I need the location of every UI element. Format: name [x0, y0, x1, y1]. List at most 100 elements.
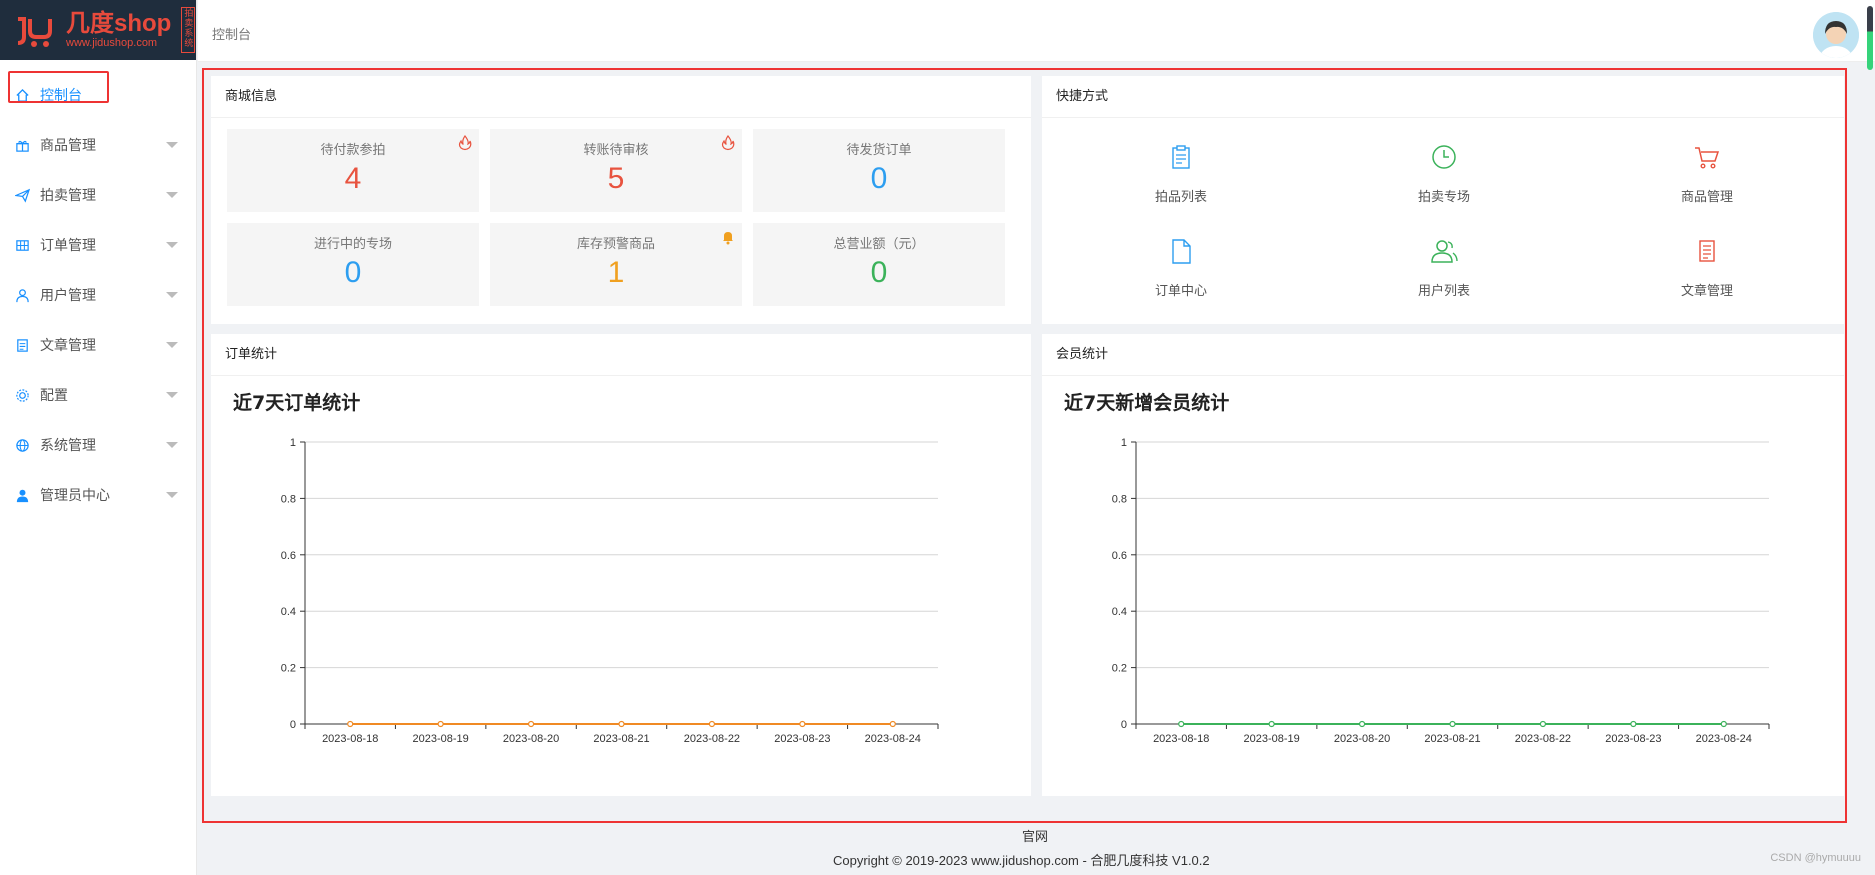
sidebar-item-label: 系统管理 — [40, 438, 96, 454]
logo-mark: 几度shop www.jidushop.com 拍卖系统 — [14, 7, 196, 53]
data-point — [1268, 720, 1275, 728]
grid-icon — [14, 237, 30, 253]
sidebar-item-0[interactable]: 控制台 — [0, 70, 196, 120]
data-point — [799, 720, 806, 728]
chevron-down-icon — [166, 192, 178, 198]
fire-icon — [457, 135, 473, 151]
panel-title: 快捷方式 — [1042, 76, 1844, 118]
y-tick-label: 1 — [1121, 437, 1127, 449]
stat-value: 5 — [607, 162, 625, 195]
panel-title: 订单统计 — [211, 334, 1031, 376]
data-point — [1358, 720, 1366, 728]
y-tick-label: 0.6 — [281, 550, 296, 562]
logo-brand: 几度shop — [66, 9, 172, 37]
sidebar-item-2[interactable]: 拍卖管理 — [0, 170, 196, 220]
order-stats-panel: 订单统计 近7天订单统计 0 0.2 0.4 0.6 0.8 1 2023-08-18 202… — [211, 334, 1031, 796]
logo[interactable]: 几度shop www.jidushop.com 拍卖系统 — [0, 0, 196, 60]
y-tick-label: 0.2 — [281, 663, 296, 675]
chart-title: 近7天订单统计 — [233, 392, 361, 414]
stat-card[interactable]: 待付款参拍 4 — [227, 129, 479, 212]
file-icon — [1166, 239, 1196, 270]
sidebar-menu: 控制台 商品管理 拍卖管理订单管理用户管理文章管理 配置系统管理管理员中心 — [0, 60, 196, 520]
stat-value: 0 — [870, 256, 888, 289]
chevron-down-icon — [166, 492, 178, 498]
sidebar-item-label: 用户管理 — [40, 288, 96, 304]
chevron-down-icon — [166, 392, 178, 398]
y-tick-label: 0.6 — [1112, 550, 1127, 562]
shortcut-label: 文章管理 — [1680, 284, 1733, 299]
scroll-indicator[interactable] — [1867, 6, 1873, 70]
shortcut-item[interactable]: 商品管理 — [1627, 142, 1787, 222]
header: 控制台 — [198, 0, 1875, 70]
logo-badge: 拍卖系统 — [181, 7, 196, 53]
data-point — [618, 720, 625, 728]
breadcrumb[interactable]: 控制台 — [212, 24, 251, 43]
stat-card[interactable]: 待发货订单 0 — [753, 129, 1005, 212]
x-tick-label: 2023-08-23 — [774, 733, 830, 745]
y-tick-label: 0.4 — [1112, 606, 1127, 618]
data-point — [1630, 720, 1637, 728]
article-icon — [1692, 240, 1722, 270]
stat-value: 0 — [344, 256, 362, 289]
x-tick-label: 2023-08-23 — [1605, 733, 1661, 745]
copyright: Copyright © 2019-2023 www.jidushop.com -… — [833, 853, 1210, 868]
sidebar-item-6[interactable]: 配置 — [0, 370, 196, 420]
chevron-down-icon — [166, 242, 178, 248]
x-tick-label: 2023-08-22 — [684, 733, 740, 745]
y-tick-label: 0 — [290, 719, 296, 731]
x-tick-label: 2023-08-24 — [1696, 733, 1752, 745]
stat-card[interactable]: 库存预警商品 1 — [490, 223, 742, 306]
chart-title: 近7天新增会员统计 — [1064, 392, 1230, 414]
avatar[interactable] — [1813, 12, 1859, 58]
x-tick-label: 2023-08-19 — [413, 733, 469, 745]
sidebar-item-label: 订单管理 — [40, 238, 96, 254]
user-icon — [14, 287, 30, 303]
data-point — [1449, 720, 1456, 728]
shop-info-panel: 商城信息 待付款参拍 4 转账待审核 5 待发货订单 0 进行中的专场 0 库存预警商品 1 总营业… — [211, 76, 1031, 324]
stat-card[interactable]: 转账待审核 5 — [490, 129, 742, 212]
y-tick-label: 0.4 — [281, 606, 296, 618]
shortcut-item[interactable]: 用户列表 — [1364, 236, 1524, 316]
stat-value: 1 — [607, 256, 625, 289]
y-tick-label: 0.2 — [1112, 663, 1127, 675]
shortcut-item[interactable]: 拍品列表 — [1101, 142, 1261, 222]
shortcut-item[interactable]: 文章管理 — [1627, 236, 1787, 316]
shortcut-label: 拍卖专场 — [1417, 190, 1470, 205]
x-tick-label: 2023-08-20 — [503, 733, 559, 745]
x-tick-label: 2023-08-18 — [1153, 733, 1209, 745]
data-point — [1539, 720, 1547, 728]
shortcut-item[interactable]: 拍卖专场 — [1364, 142, 1524, 222]
stat-label: 待发货订单 — [846, 143, 912, 158]
logo-site: www.jidushop.com — [66, 36, 158, 49]
stat-label: 待付款参拍 — [320, 143, 386, 158]
sidebar-item-5[interactable]: 文章管理 — [0, 320, 196, 370]
data-point — [1720, 720, 1727, 728]
chevron-down-icon — [166, 442, 178, 448]
chevron-down-icon — [166, 142, 178, 148]
sidebar-item-label: 管理员中心 — [40, 488, 110, 504]
y-tick-label: 0.8 — [1112, 493, 1127, 505]
x-tick-label: 2023-08-18 — [322, 733, 378, 745]
member-chart: 0 0.2 0.4 0.6 0.8 1 2023-08-18 2023-08-19 2023-0… — [1112, 437, 1770, 745]
shortcuts-panel: 快捷方式 拍品列表 拍卖专场 商品管理订单中心 用户列表 文章管理 — [1042, 76, 1844, 324]
shortcut-item[interactable]: 订单中心 — [1101, 236, 1261, 316]
stat-card[interactable]: 总营业额（元） 0 — [753, 223, 1005, 306]
member-stats-panel: 会员统计 近7天新增会员统计 0 0.2 0.4 0.6 0.8 1 2023-08-18 2… — [1042, 334, 1844, 796]
sidebar-item-3[interactable]: 订单管理 — [0, 220, 196, 270]
sidebar-item-1[interactable]: 商品管理 — [0, 120, 196, 170]
gear-icon — [14, 387, 30, 403]
sidebar-item-8[interactable]: 管理员中心 — [0, 470, 196, 520]
sidebar-item-7[interactable]: 系统管理 — [0, 420, 196, 470]
watermark: CSDN @hymuuuu — [1770, 852, 1861, 864]
x-tick-label: 2023-08-19 — [1244, 733, 1300, 745]
stat-card[interactable]: 进行中的专场 0 — [227, 223, 479, 306]
fire-icon — [720, 135, 736, 151]
data-point — [437, 720, 444, 728]
admin-icon — [14, 487, 30, 503]
sidebar-item-4[interactable]: 用户管理 — [0, 270, 196, 320]
stat-label: 总营业额（元） — [833, 237, 925, 252]
chevron-down-icon — [166, 292, 178, 298]
shortcut-label: 拍品列表 — [1154, 190, 1207, 205]
data-point — [1178, 720, 1185, 728]
official-site-link[interactable]: 官网 — [1022, 826, 1048, 845]
